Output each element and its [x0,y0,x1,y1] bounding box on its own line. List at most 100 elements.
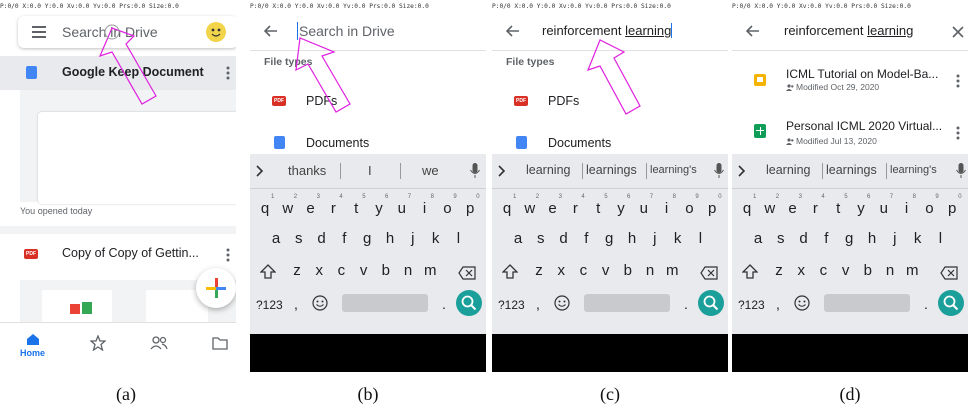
key-k[interactable]: k [427,230,445,247]
key-j[interactable]: j [646,230,664,247]
key-n[interactable]: n [881,262,899,279]
key-m[interactable]: m [663,262,681,279]
key-t[interactable]: t [347,200,365,217]
symbols-key[interactable]: ?123 [256,298,283,312]
key-z[interactable]: z [288,262,306,279]
key-d[interactable]: d [555,230,573,247]
key-b[interactable]: b [377,262,395,279]
period-key[interactable]: . [442,296,446,312]
folder-icon[interactable] [212,336,228,350]
key-m[interactable]: m [421,262,439,279]
key-g[interactable]: g [358,230,376,247]
key-x[interactable]: x [552,262,570,279]
shift-icon[interactable] [741,264,759,280]
key-g[interactable]: g [600,230,618,247]
close-icon[interactable] [952,26,964,38]
key-o[interactable]: o [438,200,456,217]
key-v[interactable]: v [837,262,855,279]
back-arrow-icon[interactable] [506,25,520,37]
key-d[interactable]: d [313,230,331,247]
key-v[interactable]: v [355,262,373,279]
key-m[interactable]: m [903,262,921,279]
suggestion[interactable]: thanks [288,163,326,178]
symbols-key[interactable]: ?123 [738,298,765,312]
key-s[interactable]: s [290,230,308,247]
key-w[interactable]: w [521,200,539,217]
more-vert-icon[interactable] [226,248,230,262]
search-go-button[interactable] [456,290,482,316]
chevron-right-icon[interactable] [498,165,506,177]
key-d[interactable]: d [795,230,813,247]
key-e[interactable]: e [302,200,320,217]
key-z[interactable]: z [530,262,548,279]
backspace-icon[interactable] [458,266,476,280]
search-go-button[interactable] [698,290,724,316]
key-s[interactable]: s [532,230,550,247]
key-q[interactable]: q [256,200,274,217]
shift-icon[interactable] [501,264,519,280]
key-c[interactable]: c [332,262,350,279]
key-q[interactable]: q [738,200,756,217]
avatar[interactable] [206,22,226,42]
backspace-icon[interactable] [940,266,958,280]
period-key[interactable]: . [924,296,928,312]
space-bar[interactable] [584,294,670,312]
key-y[interactable]: y [612,200,630,217]
key-h[interactable]: h [381,230,399,247]
emoji-icon[interactable] [312,295,328,311]
search-input[interactable]: reinforcement learning [784,23,913,38]
key-j[interactable]: j [886,230,904,247]
key-l[interactable]: l [691,230,709,247]
key-h[interactable]: h [623,230,641,247]
space-bar[interactable] [342,294,428,312]
suggestion[interactable]: I [368,163,372,178]
comma-key[interactable]: , [536,296,540,312]
result-item[interactable]: ICML Tutorial on Model-Ba... Modified Oc… [732,60,968,100]
filter-documents[interactable]: Documents [250,128,486,154]
key-c[interactable]: c [574,262,592,279]
search-go-button[interactable] [938,290,964,316]
key-i[interactable]: i [658,200,676,217]
key-p[interactable]: p [703,200,721,217]
key-p[interactable]: p [461,200,479,217]
menu-icon[interactable] [32,26,46,38]
key-r[interactable]: r [806,200,824,217]
key-q[interactable]: q [498,200,516,217]
suggestion[interactable]: we [422,163,439,178]
emoji-icon[interactable] [554,295,570,311]
key-n[interactable]: n [399,262,417,279]
key-y[interactable]: y [852,200,870,217]
key-x[interactable]: x [792,262,810,279]
suggestion[interactable]: learnings [826,163,877,177]
file-row-copy[interactable]: PDF Copy of Copy of Gettin... [0,236,236,270]
key-x[interactable]: x [310,262,328,279]
filter-documents[interactable]: Documents [492,128,728,154]
key-h[interactable]: h [863,230,881,247]
key-b[interactable]: b [859,262,877,279]
suggestion[interactable]: learning's [650,164,697,176]
key-n[interactable]: n [641,262,659,279]
key-o[interactable]: o [920,200,938,217]
microphone-icon[interactable] [470,163,480,179]
key-i[interactable]: i [416,200,434,217]
suggestion[interactable]: learnings [586,163,637,177]
nav-home-label[interactable]: Home [20,348,45,358]
key-p[interactable]: p [943,200,961,217]
suggestion[interactable]: learning [766,163,810,177]
key-i[interactable]: i [898,200,916,217]
key-w[interactable]: w [279,200,297,217]
chevron-right-icon[interactable] [256,165,264,177]
more-vert-icon[interactable] [226,66,230,80]
key-t[interactable]: t [829,200,847,217]
suggestion[interactable]: learning [526,163,570,177]
key-w[interactable]: w [761,200,779,217]
key-a[interactable]: a [509,230,527,247]
key-e[interactable]: e [784,200,802,217]
key-k[interactable]: k [669,230,687,247]
key-a[interactable]: a [749,230,767,247]
result-item[interactable]: Personal ICML 2020 Virtual... Modified J… [732,112,968,152]
microphone-icon[interactable] [714,163,724,179]
more-vert-icon[interactable] [956,74,960,88]
key-l[interactable]: l [931,230,949,247]
comma-key[interactable]: , [776,296,780,312]
